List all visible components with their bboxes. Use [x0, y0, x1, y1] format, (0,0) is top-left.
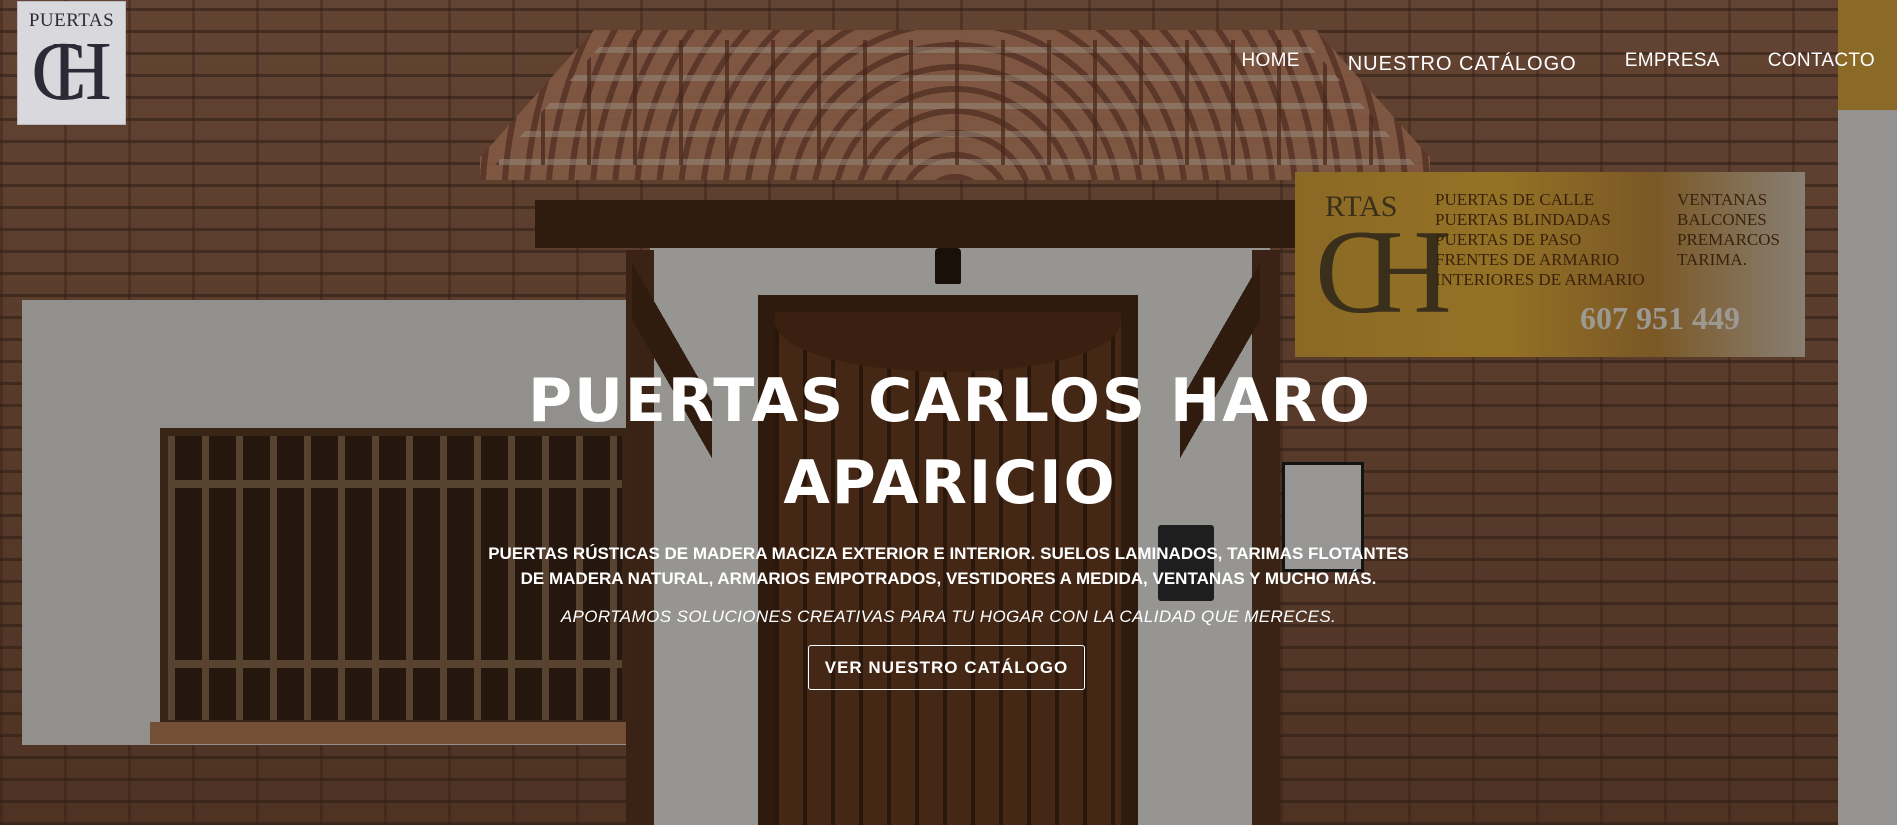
- main-nav: HOME NUESTRO CATÁLOGO EMPRESA CONTACTO: [1194, 50, 1875, 76]
- hero-tagline: APORTAMOS SOLUCIONES CREATIVAS PARA TU H…: [560, 607, 1337, 626]
- nav-home[interactable]: HOME: [1242, 50, 1300, 76]
- nav-contacto[interactable]: CONTACTO: [1768, 50, 1875, 76]
- hero-subtitle: PUERTAS RÚSTICAS DE MADERA MACIZA EXTERI…: [488, 544, 1409, 588]
- nav-catalog[interactable]: NUESTRO CATÁLOGO: [1348, 53, 1577, 76]
- hero-title: PUERTAS CARLOS HARO APARICIO: [528, 366, 1372, 518]
- logo-monogram: CH: [18, 30, 125, 114]
- view-catalog-button[interactable]: VER NUESTRO CATÁLOGO: [808, 645, 1085, 690]
- hero-section: RTAS CH PUERTAS DE CALLE PUERTAS BLINDAD…: [0, 0, 1897, 825]
- logo-monogram-h: H: [51, 25, 112, 118]
- nav-empresa[interactable]: EMPRESA: [1625, 50, 1720, 76]
- site-logo[interactable]: PUERTAS CH: [17, 1, 126, 125]
